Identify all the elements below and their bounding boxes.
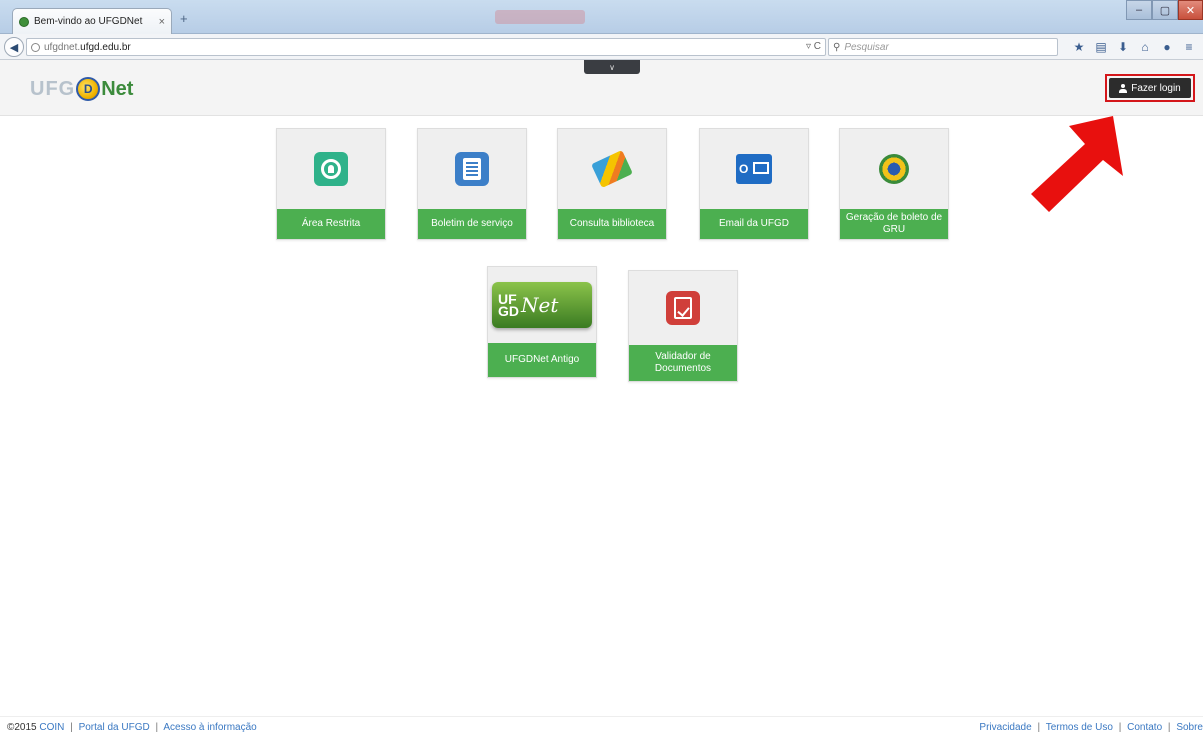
globe-icon	[31, 42, 40, 52]
tile-label: Consulta biblioteca	[558, 209, 666, 239]
search-input[interactable]: ⚲ Pesquisar	[828, 38, 1058, 56]
menu-icon[interactable]: ≡	[1178, 39, 1200, 55]
tile-label: UFGDNet Antigo	[488, 343, 596, 377]
chat-icon[interactable]: ●	[1156, 39, 1178, 55]
tile-ufgdnet-antigo[interactable]: UF GD Net UFGDNet Antigo	[487, 266, 597, 378]
login-button[interactable]: Fazer login	[1109, 78, 1191, 98]
address-bar[interactable]: ufgdnet.ufgd.edu.br ▿ C	[26, 38, 826, 56]
browser-tab[interactable]: Bem-vindo ao UFGDNet ×	[12, 8, 172, 34]
tile-area-restrita[interactable]: Área Restrita	[276, 128, 386, 240]
tile-validador-documentos[interactable]: Validador de Documentos	[628, 270, 738, 382]
tile-label: Validador de Documentos	[629, 345, 737, 381]
site-footer: ©2015 COIN | Portal da UFGD | Acesso à i…	[0, 716, 1203, 733]
favicon-icon	[19, 16, 29, 27]
copyright: ©2015	[7, 722, 37, 733]
tile-consulta-biblioteca[interactable]: Consulta biblioteca	[557, 128, 667, 240]
url-text: ufgdnet.ufgd.edu.br	[44, 42, 131, 53]
reload-button[interactable]: ▿ C	[806, 41, 821, 52]
download-icon[interactable]: ⬇	[1112, 39, 1134, 55]
ufgdnet-antigo-logo: UF GD Net	[492, 282, 592, 328]
footer-link-acesso[interactable]: Acesso à informação	[163, 722, 256, 733]
separator: |	[1167, 722, 1171, 733]
tile-label: Email da UFGD	[700, 209, 808, 239]
clipboard-check-icon	[666, 291, 700, 325]
logo-gd: GD	[498, 303, 519, 319]
footer-link-portal[interactable]: Portal da UFGD	[79, 722, 150, 733]
tile-label: Geração de boleto de GRU	[840, 209, 948, 239]
window-close-button[interactable]: ✕	[1178, 0, 1203, 20]
login-label: Fazer login	[1131, 82, 1181, 94]
area-restrita-icon	[314, 152, 348, 186]
logo-ball-icon: D	[76, 77, 101, 101]
toolbar-icons: ★ ▤ ⬇ ⌂ ● ≡	[1068, 39, 1200, 55]
search-placeholder: Pesquisar	[844, 41, 889, 53]
separator: |	[1037, 722, 1041, 733]
tile-label: Boletim de serviço	[418, 209, 526, 239]
back-button[interactable]: ◀	[4, 37, 24, 57]
logo-net: Net	[521, 293, 559, 317]
logo-net-text: Net	[101, 77, 134, 100]
search-icon: ⚲	[833, 41, 841, 53]
site-header: UFG D Net ∨ Fazer login	[0, 60, 1203, 116]
collapse-toggle[interactable]: ∨	[584, 60, 640, 74]
footer-link-sobre[interactable]: Sobre	[1176, 722, 1203, 733]
new-tab-button[interactable]: +	[180, 11, 188, 26]
newspaper-icon	[455, 152, 489, 186]
red-pointer-arrow	[1031, 116, 1123, 212]
titlebar-blur	[495, 10, 585, 24]
login-highlight-box: Fazer login	[1105, 74, 1195, 102]
url-prefix: ufgdnet.	[44, 41, 81, 53]
books-icon	[591, 150, 633, 188]
tile-boleto-gru[interactable]: Geração de boleto de GRU	[839, 128, 949, 240]
tab-close-button[interactable]: ×	[159, 16, 165, 28]
footer-link-termos[interactable]: Termos de Uso	[1046, 722, 1113, 733]
ufgdnet-logo[interactable]: UFG D Net	[30, 74, 150, 104]
tile-label: Área Restrita	[277, 209, 385, 239]
browser-titlebar: Bem-vindo ao UFGDNet × + – ▢ ✕	[0, 0, 1203, 34]
outlook-mail-icon: O	[736, 154, 772, 184]
bookmark-star-icon[interactable]: ★	[1068, 39, 1090, 55]
separator: |	[1118, 722, 1122, 733]
footer-link-coin[interactable]: COIN	[39, 722, 64, 733]
url-domain: ufgd.edu.br	[80, 41, 131, 53]
tile-boletim-servico[interactable]: Boletim de serviço	[417, 128, 527, 240]
browser-navbar: ◀ ufgdnet.ufgd.edu.br ▿ C ⚲ Pesquisar ★ …	[0, 34, 1203, 60]
separator: |	[155, 722, 159, 733]
separator: |	[70, 722, 73, 733]
home-icon[interactable]: ⌂	[1134, 39, 1156, 55]
logo-uf-text: UFG	[30, 77, 76, 100]
window-minimize-button[interactable]: –	[1126, 0, 1152, 20]
window-maximize-button[interactable]: ▢	[1152, 0, 1178, 20]
footer-left: ©2015 COIN | Portal da UFGD | Acesso à i…	[7, 722, 257, 733]
tile-email-ufgd[interactable]: O Email da UFGD	[699, 128, 809, 240]
footer-link-contato[interactable]: Contato	[1127, 722, 1162, 733]
back-arrow-icon: ◀	[9, 41, 19, 54]
bookmarks-list-icon[interactable]: ▤	[1090, 39, 1112, 55]
footer-link-privacidade[interactable]: Privacidade	[979, 722, 1031, 733]
brazil-coat-of-arms-icon	[877, 152, 911, 186]
tab-title: Bem-vindo ao UFGDNet	[34, 16, 143, 27]
user-icon	[1119, 83, 1128, 93]
footer-right: Privacidade | Termos de Uso | Contato | …	[979, 722, 1203, 733]
